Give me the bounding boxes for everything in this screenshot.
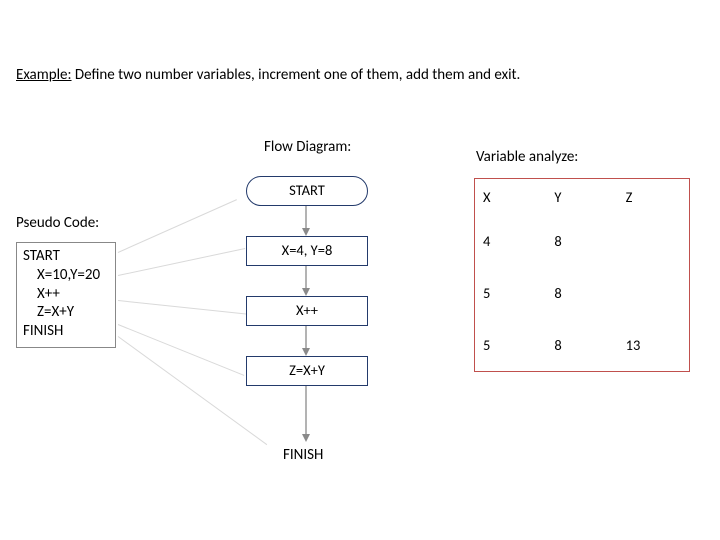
cell-z: 13 <box>618 319 689 371</box>
table-row: 5 8 13 <box>475 319 689 371</box>
cell-x: 4 <box>475 215 546 267</box>
connector-ray <box>118 248 245 276</box>
cell-y: 8 <box>546 319 617 371</box>
pseudo-line-sum: Z=X+Y <box>23 303 109 322</box>
flow-node-increment: X++ <box>246 296 368 326</box>
pseudo-line-start: START <box>23 247 109 266</box>
cell-x: 5 <box>475 319 546 371</box>
table-row: 5 8 <box>475 267 689 319</box>
col-header-x: X <box>475 179 546 215</box>
pseudo-code-box: START X=10,Y=20 X++ Z=X+Y FINISH <box>16 242 116 348</box>
example-title-prefix: Example: <box>16 66 72 84</box>
flow-node-assign: X=4, Y=8 <box>246 236 368 266</box>
flow-node-start: START <box>246 176 368 206</box>
variable-table: X Y Z 4 8 5 8 5 8 13 <box>474 178 690 372</box>
table-header-row: X Y Z <box>475 179 689 215</box>
example-title-text: Define two number variables, increment o… <box>72 66 521 84</box>
col-header-y: Y <box>546 179 617 215</box>
col-header-z: Z <box>618 179 689 215</box>
example-title: Example: Define two number variables, in… <box>16 66 520 84</box>
table-row: 4 8 <box>475 215 689 267</box>
pseudo-line-assign: X=10,Y=20 <box>23 266 109 285</box>
pseudo-line-finish: FINISH <box>23 322 109 341</box>
arrow-down-icon <box>300 266 312 296</box>
cell-z <box>618 267 689 319</box>
arrow-down-icon <box>300 386 312 442</box>
arrow-down-icon <box>300 206 312 236</box>
cell-z <box>618 215 689 267</box>
connector-ray <box>118 300 247 315</box>
pseudo-line-increment: X++ <box>23 285 109 304</box>
cell-y: 8 <box>546 267 617 319</box>
variable-analyze-heading: Variable analyze: <box>476 148 578 166</box>
cell-x: 5 <box>475 267 546 319</box>
connector-ray <box>118 199 237 253</box>
pseudo-code-heading: Pseudo Code: <box>16 214 99 232</box>
flow-node-finish: FINISH <box>283 446 323 464</box>
arrow-down-icon <box>300 326 312 356</box>
flow-node-sum: Z=X+Y <box>246 356 368 386</box>
flow-diagram-heading: Flow Diagram: <box>264 138 351 156</box>
connector-ray <box>118 336 268 445</box>
cell-y: 8 <box>546 215 617 267</box>
